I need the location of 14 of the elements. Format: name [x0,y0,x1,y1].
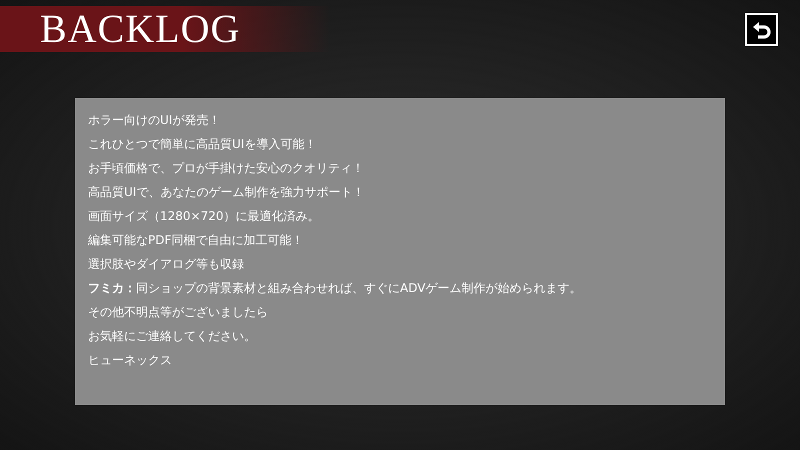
log-line: フミカ：同ショップの背景素材と組み合わせれば、すぐにADVゲーム制作が始められます。 [88,280,582,297]
return-arrow-icon [752,20,772,40]
log-line: ホラー向けのUIが発売！ [88,112,222,129]
log-line: 選択肢やダイアログ等も収録 [88,256,245,273]
log-line: その他不明点等がございましたら [88,304,269,321]
log-line: 編集可能なPDF同梱で自由に加工可能！ [88,232,304,249]
log-line: 高品質UIで、あなたのゲーム制作を強力サポート！ [88,184,366,201]
back-button[interactable] [745,13,778,46]
log-line: お手頃価格で、プロが手掛けた安心のクオリティ！ [88,160,365,177]
log-line: お気軽にご連絡してください。 [88,328,257,345]
screen-title: BACKLOG [40,9,240,49]
log-line: これひとつで簡単に高品質UIを導入可能！ [88,136,318,153]
log-line: ヒューネックス [88,352,173,369]
log-line: 画面サイズ（1280×720）に最適化済み。 [88,208,320,225]
